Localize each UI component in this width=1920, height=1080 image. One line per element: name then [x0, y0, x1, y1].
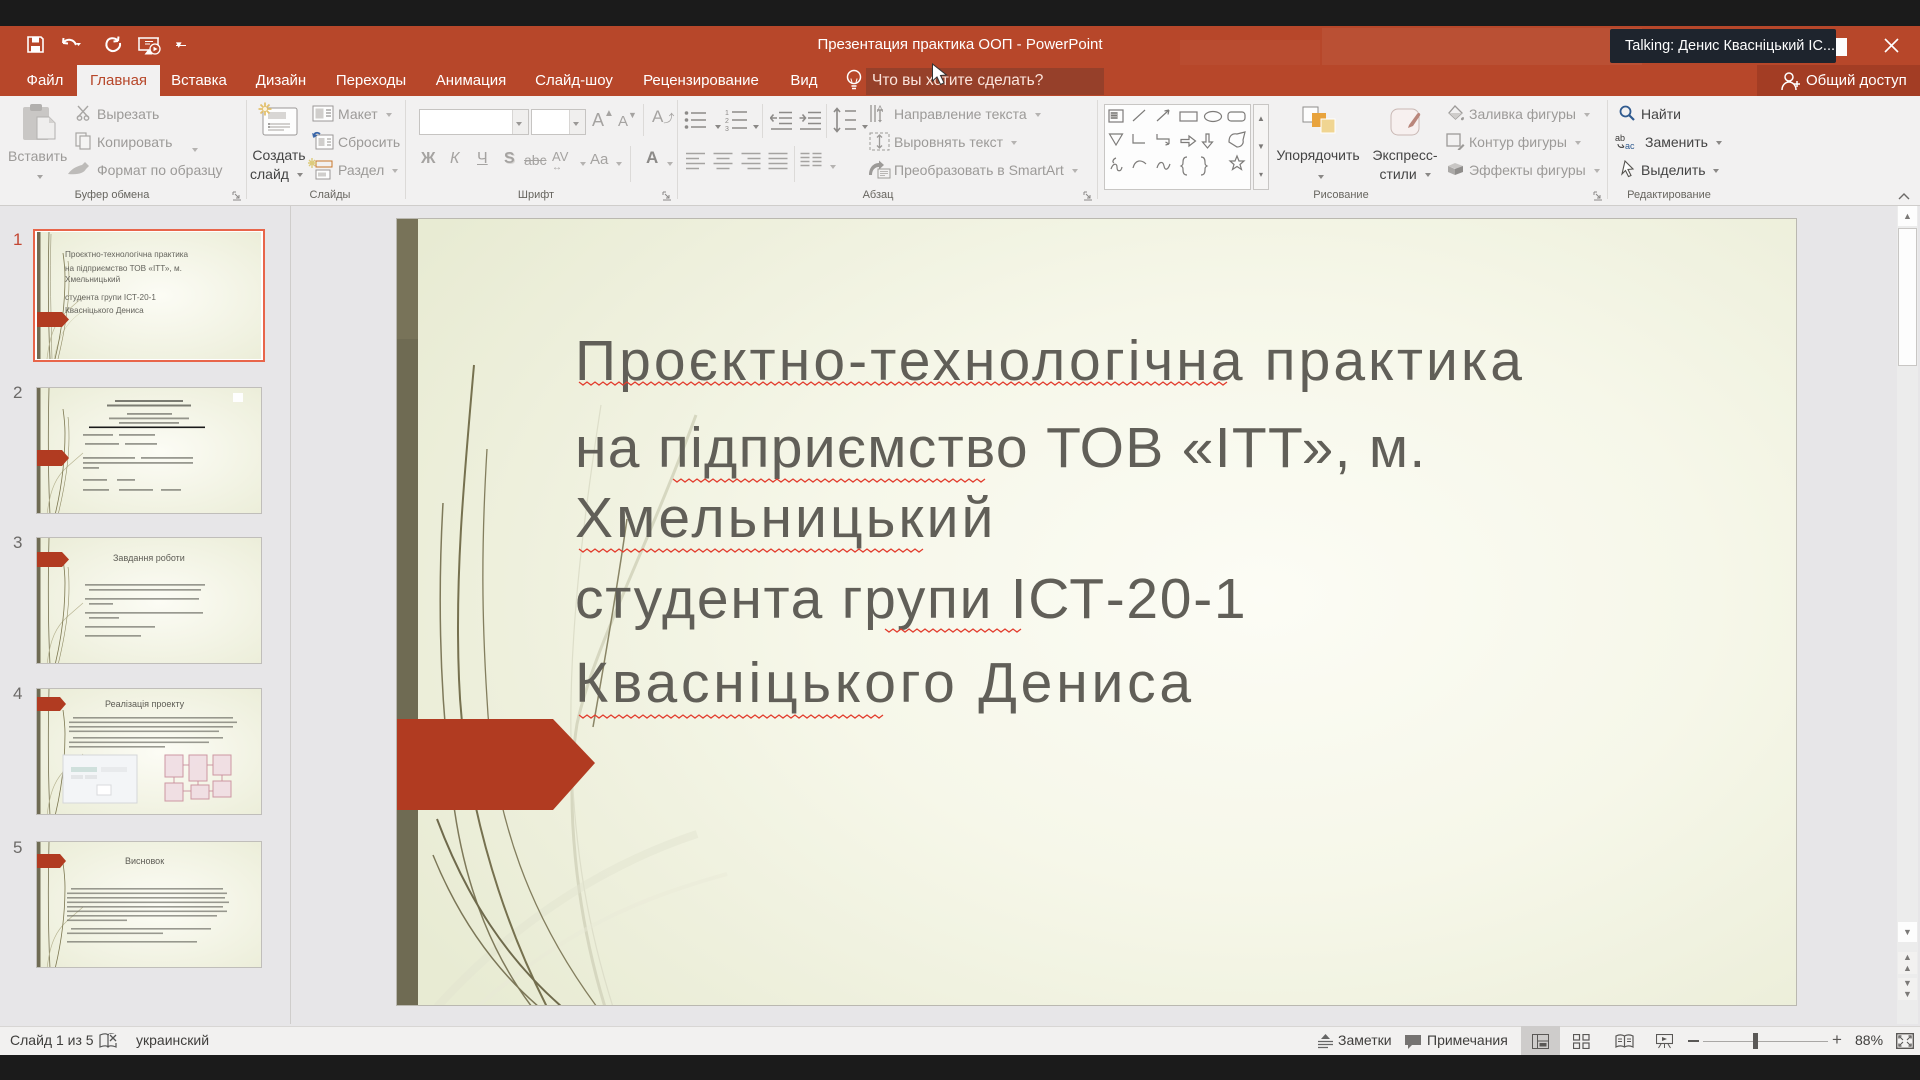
svg-text:ab: ab — [1615, 133, 1625, 143]
svg-text:Проєктно-технологічна практика: Проєктно-технологічна практика — [65, 250, 189, 259]
svg-text:ac: ac — [1625, 141, 1635, 150]
svg-text:Завдання роботи: Завдання роботи — [113, 553, 185, 563]
svg-text:Хмельницький: Хмельницький — [65, 275, 120, 284]
svg-text:1: 1 — [725, 110, 729, 117]
svg-text:Реалізація проекту: Реалізація проекту — [105, 699, 185, 709]
svg-text:Квасніцького Дениса: Квасніцького Дениса — [65, 306, 144, 315]
svg-text:A: A — [877, 104, 883, 114]
svg-text:3: 3 — [725, 126, 729, 133]
svg-text:Висновок: Висновок — [125, 856, 164, 866]
svg-text:2: 2 — [725, 118, 729, 125]
svg-text:студента групи ІСТ-20-1: студента групи ІСТ-20-1 — [65, 293, 156, 302]
svg-text:на підприємство ТОВ «ІТТ», м.: на підприємство ТОВ «ІТТ», м. — [65, 264, 182, 273]
